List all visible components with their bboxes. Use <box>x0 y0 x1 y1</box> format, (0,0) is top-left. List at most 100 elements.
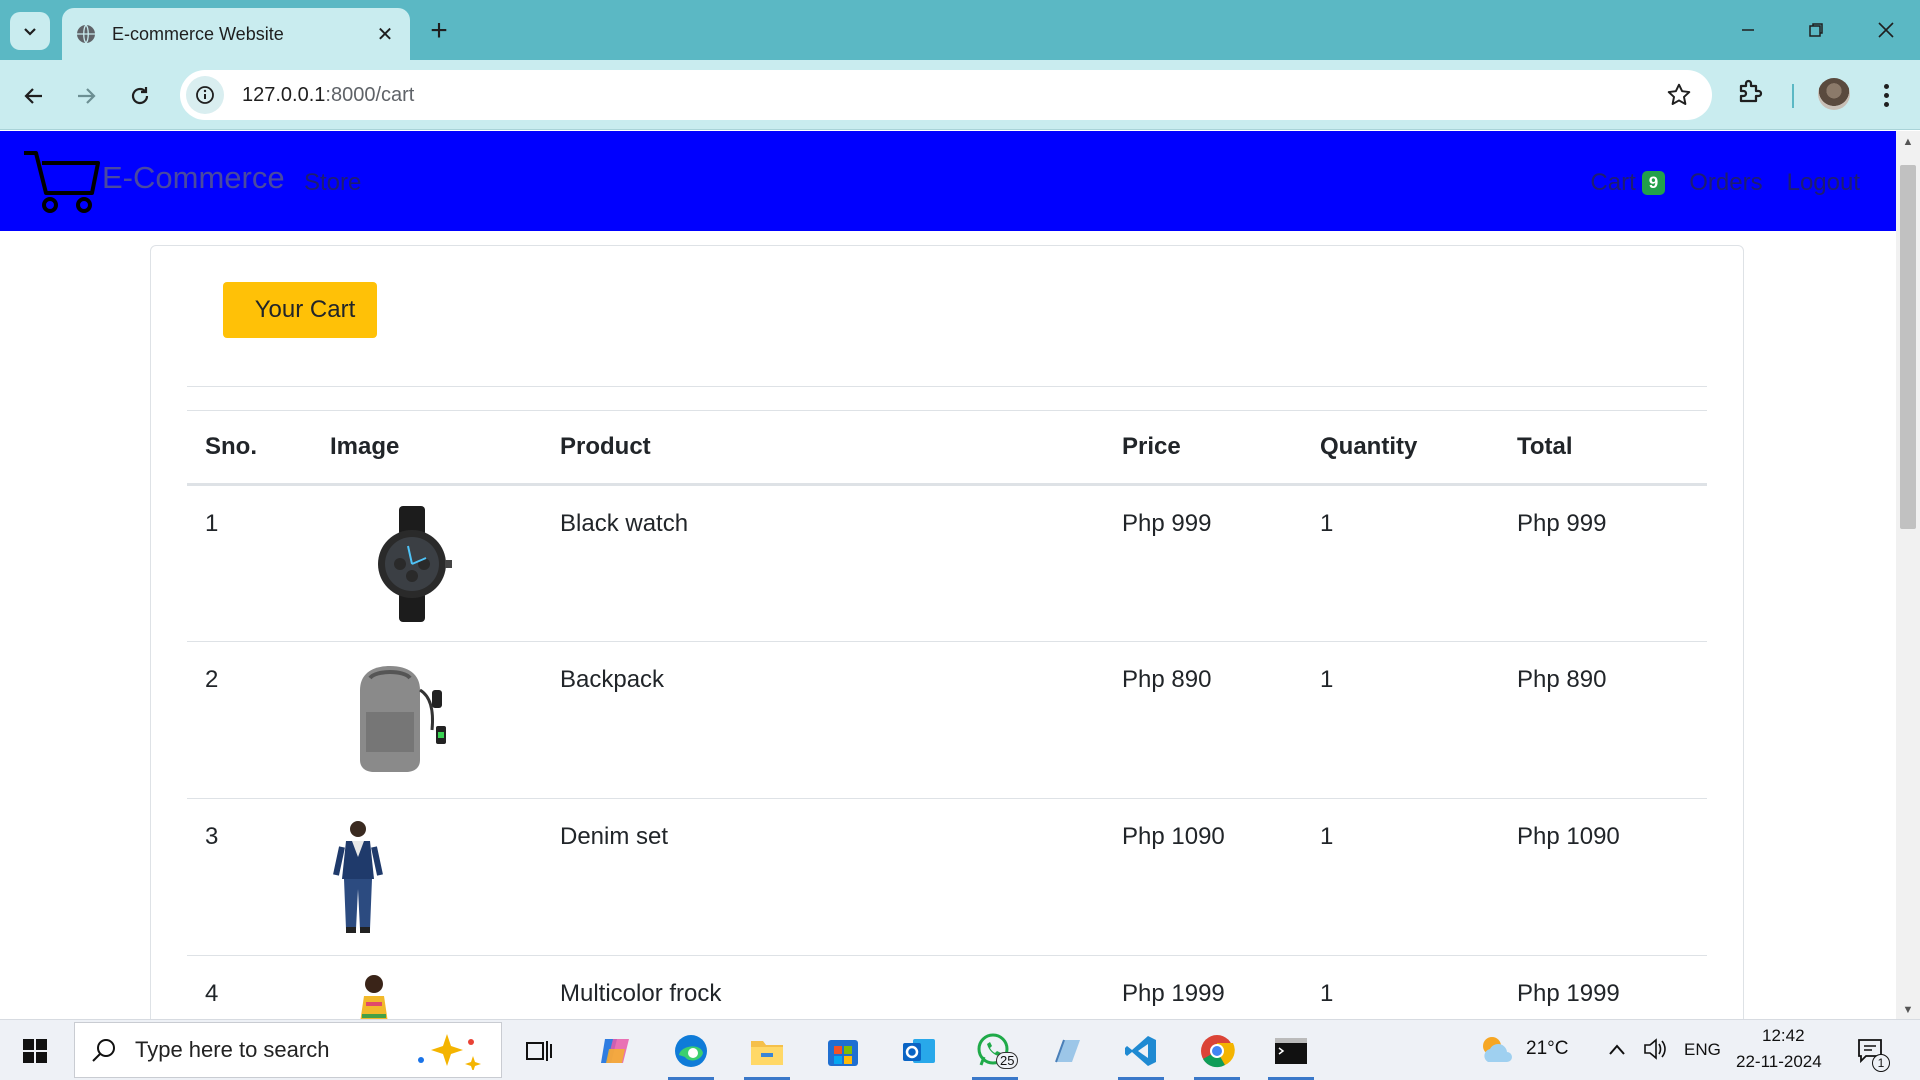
cell-total: Php 1090 <box>1499 798 1707 956</box>
url-host: 127.0.0.1 <box>242 83 326 106</box>
address-bar[interactable]: 127.0.0.1:8000/cart <box>180 70 1712 120</box>
cell-sno: 4 <box>187 955 312 1019</box>
extensions-puzzle-icon[interactable] <box>1736 76 1766 106</box>
cell-price: Php 999 <box>1104 484 1302 642</box>
tab-title: E-commerce Website <box>112 23 284 44</box>
search-highlight-icon <box>418 1034 481 1070</box>
cell-sno: 2 <box>187 641 312 799</box>
profile-avatar[interactable] <box>1818 78 1850 110</box>
column-header-price: Price <box>1104 410 1302 486</box>
cell-price: Php 1999 <box>1104 955 1302 1019</box>
column-header-product: Product <box>542 410 1104 486</box>
clock-time[interactable]: 12:42 <box>1762 1026 1805 1046</box>
cart-table: Sno. Image Product Price Quantity Total … <box>187 410 1707 1019</box>
edge-browser-icon[interactable] <box>668 1028 714 1080</box>
column-header-quantity: Quantity <box>1302 410 1499 486</box>
brand-name: E-Commerce <box>102 160 285 195</box>
scroll-down-arrow-icon[interactable]: ▼ <box>1902 1005 1914 1016</box>
reload-icon[interactable] <box>120 76 160 116</box>
bookmark-star-icon[interactable] <box>1666 82 1692 108</box>
backpack-image <box>360 666 446 772</box>
weather-partly-cloudy-icon[interactable] <box>1478 1032 1514 1068</box>
tab-search-button[interactable] <box>10 12 50 50</box>
terminal-icon[interactable] <box>1268 1028 1314 1080</box>
table-header-row: Sno. Image Product Price Quantity Total <box>187 410 1707 486</box>
windows-taskbar: Type here to search 25 21°C ENG 12:42 22… <box>0 1019 1920 1080</box>
microsoft-store-icon[interactable] <box>820 1028 866 1074</box>
table-row: 4 Multicolor frock Php 1999 1 Php 1999 <box>187 955 1707 1019</box>
minimize-icon[interactable] <box>1724 10 1772 50</box>
globe-icon <box>77 24 95 44</box>
cell-quantity: 1 <box>1302 798 1499 956</box>
cell-total: Php 890 <box>1499 641 1707 799</box>
table-row: 3 Denim set Php 1090 1 Php 1090 <box>187 798 1707 956</box>
black-watch-image <box>378 506 452 622</box>
chrome-icon[interactable] <box>1194 1028 1240 1080</box>
taskbar-search-placeholder: Type here to search <box>135 1037 330 1062</box>
clock-date[interactable]: 22-11-2024 <box>1736 1052 1822 1072</box>
url-path: :8000/cart <box>325 83 415 106</box>
toolbar-divider <box>1792 84 1794 108</box>
column-header-total: Total <box>1499 410 1707 486</box>
close-tab-icon[interactable]: ✕ <box>374 23 396 46</box>
notification-count-badge: 1 <box>1872 1054 1890 1072</box>
cell-quantity: 1 <box>1302 484 1499 642</box>
cell-product: Denim set <box>542 798 1104 956</box>
nav-link-cart[interactable]: Cart 9 <box>1590 169 1666 197</box>
restore-icon[interactable] <box>1792 10 1840 50</box>
chevron-up-icon[interactable] <box>1608 1042 1626 1056</box>
whatsapp-icon[interactable]: 25 <box>972 1028 1019 1080</box>
outlook-icon[interactable] <box>896 1028 942 1074</box>
file-explorer-icon[interactable] <box>744 1028 790 1080</box>
input-language[interactable]: ENG <box>1684 1040 1721 1060</box>
site-info-icon[interactable] <box>186 76 224 114</box>
chevron-down-icon <box>24 28 36 36</box>
page-scrollbar[interactable]: ▲ ▼ <box>1896 131 1920 1019</box>
your-cart-button[interactable]: Your Cart <box>223 282 377 338</box>
taskbar-search-box[interactable]: Type here to search <box>74 1022 502 1078</box>
cell-quantity: 1 <box>1302 641 1499 799</box>
brand-logo-link[interactable]: E-Commerce <box>22 149 285 213</box>
weather-temperature[interactable]: 21°C <box>1526 1038 1568 1060</box>
back-arrow-icon[interactable] <box>14 76 54 116</box>
browser-tab-active[interactable]: E-commerce Website ✕ <box>62 8 410 60</box>
cell-sno: 3 <box>187 798 312 956</box>
volume-icon[interactable] <box>1642 1036 1668 1062</box>
multicolor-frock-image <box>360 975 388 1019</box>
forward-arrow-icon[interactable] <box>66 76 106 116</box>
table-row: 1 Black watch Php 999 1 Php 999 <box>187 484 1707 642</box>
cell-quantity: 1 <box>1302 955 1499 1019</box>
cell-product: Black watch <box>542 484 1104 642</box>
windows-start-icon[interactable] <box>12 1028 58 1074</box>
search-icon <box>92 1039 115 1062</box>
scroll-thumb[interactable] <box>1900 165 1916 529</box>
table-row: 2 Backpack Php 890 1 Php 890 <box>187 641 1707 799</box>
cell-image <box>312 798 542 956</box>
column-header-image: Image <box>312 410 542 486</box>
copilot-icon[interactable] <box>592 1028 638 1074</box>
task-view-icon[interactable] <box>516 1028 562 1074</box>
browser-toolbar: 127.0.0.1:8000/cart <box>0 60 1920 130</box>
column-header-sno: Sno. <box>187 410 312 486</box>
cell-product: Backpack <box>542 641 1104 799</box>
cell-image <box>312 484 542 642</box>
browser-tab-strip: E-commerce Website ✕ + <box>0 0 1920 60</box>
denim-set-image <box>333 821 383 933</box>
notepad-icon[interactable] <box>1044 1028 1090 1074</box>
new-tab-icon[interactable]: + <box>422 14 456 48</box>
cell-sno: 1 <box>187 484 312 642</box>
cell-product: Multicolor frock <box>542 955 1104 1019</box>
vscode-icon[interactable] <box>1118 1028 1164 1080</box>
cart-count-badge: 9 <box>1641 171 1666 195</box>
scroll-up-arrow-icon[interactable]: ▲ <box>1902 137 1914 148</box>
cell-image <box>312 955 542 1019</box>
nav-link-orders[interactable]: Orders <box>1689 169 1762 197</box>
close-window-icon[interactable] <box>1862 10 1910 50</box>
browser-menu-icon[interactable] <box>1872 78 1900 112</box>
cart-card: Your Cart Sno. Image Product Price Quant… <box>150 245 1744 1019</box>
nav-link-logout[interactable]: Logout <box>1787 169 1860 197</box>
nav-right-links: Cart 9 Orders Logout <box>1590 169 1860 197</box>
nav-link-store[interactable]: Store <box>304 169 361 197</box>
divider <box>187 386 1707 387</box>
page-viewport: E-Commerce Store Cart 9 Orders Logout Yo… <box>0 131 1896 1019</box>
